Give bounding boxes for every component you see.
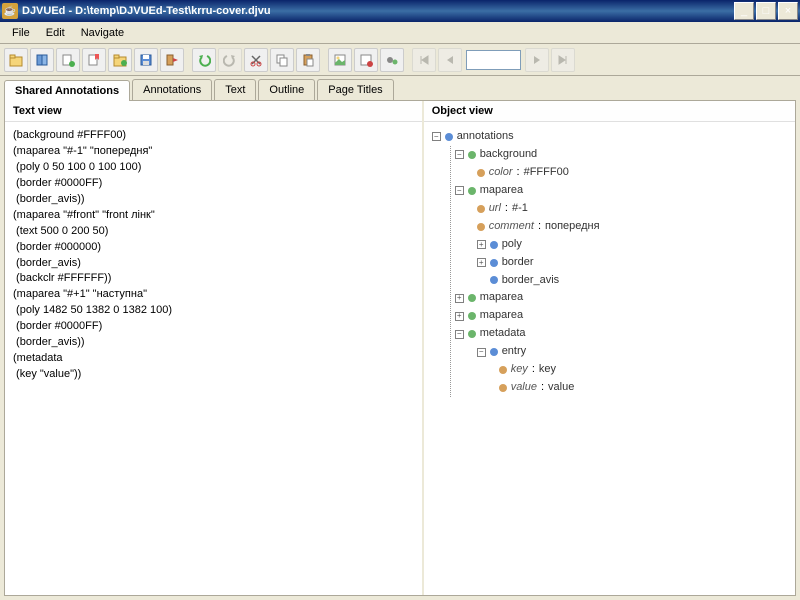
maximize-button[interactable]: □ <box>756 2 776 20</box>
redo-icon <box>218 48 242 72</box>
leaf-icon <box>477 223 485 231</box>
tab-outline[interactable]: Outline <box>258 79 315 100</box>
text-view-content[interactable]: (background #FFFF00) (maparea "#-1" "поп… <box>5 122 422 595</box>
expand-icon[interactable]: + <box>477 258 486 267</box>
cut-icon[interactable] <box>244 48 268 72</box>
tree-root-label: annotations <box>457 129 514 145</box>
first-page-icon[interactable] <box>412 48 436 72</box>
next-page-icon[interactable] <box>525 48 549 72</box>
prop-value: #FFFF00 <box>524 165 569 181</box>
tree-border-label: border <box>502 255 534 271</box>
tab-bar: Shared Annotations Annotations Text Outl… <box>0 76 800 100</box>
menu-navigate[interactable]: Navigate <box>73 25 132 41</box>
object-view-pane: Object view − annotations − background <box>424 101 795 595</box>
expand-icon[interactable]: − <box>477 348 486 357</box>
save-icon[interactable] <box>134 48 158 72</box>
image-add-icon[interactable] <box>354 48 378 72</box>
prop-key: comment <box>489 219 534 235</box>
object-view-header: Object view <box>424 101 795 122</box>
expand-icon[interactable]: − <box>455 186 464 195</box>
node-icon <box>490 348 498 356</box>
leaf-icon <box>499 366 507 374</box>
tree-entry-label: entry <box>502 344 526 360</box>
object-tree[interactable]: − annotations − background color <box>424 122 795 595</box>
tree-poly-label: poly <box>502 237 522 253</box>
prop-value: key <box>539 362 556 378</box>
menu-file[interactable]: File <box>4 25 38 41</box>
window-title: DJVUEd - D:\temp\DJVUEd-Test\krru-cover.… <box>22 5 734 17</box>
menu-bar: File Edit Navigate <box>0 22 800 44</box>
expand-icon[interactable]: + <box>477 240 486 249</box>
expand-icon[interactable]: − <box>455 150 464 159</box>
tree-maparea-label: maparea <box>480 308 523 324</box>
node-icon <box>445 133 453 141</box>
title-bar: ☕ DJVUEd - D:\temp\DJVUEd-Test\krru-cove… <box>0 0 800 22</box>
close-button[interactable]: × <box>778 2 798 20</box>
expand-icon[interactable]: − <box>455 330 464 339</box>
prev-page-icon[interactable] <box>438 48 462 72</box>
prop-value: попередня <box>545 219 600 235</box>
image-icon[interactable] <box>328 48 352 72</box>
toolbar <box>0 44 800 76</box>
undo-icon[interactable] <box>192 48 216 72</box>
folder-icon[interactable] <box>108 48 132 72</box>
open-icon[interactable] <box>4 48 28 72</box>
new-annotation-icon[interactable] <box>56 48 80 72</box>
tab-text[interactable]: Text <box>214 79 256 100</box>
exit-icon[interactable] <box>160 48 184 72</box>
expand-icon[interactable]: + <box>455 294 464 303</box>
node-icon <box>468 187 476 195</box>
last-page-icon[interactable] <box>551 48 575 72</box>
node-icon <box>468 312 476 320</box>
app-icon: ☕ <box>2 3 18 19</box>
prop-key: url <box>489 201 501 217</box>
expand-icon[interactable]: + <box>455 312 464 321</box>
leaf-icon <box>477 205 485 213</box>
prop-key: value <box>511 380 537 396</box>
node-icon <box>490 276 498 284</box>
leaf-icon <box>499 384 507 392</box>
menu-edit[interactable]: Edit <box>38 25 73 41</box>
minimize-button[interactable]: _ <box>734 2 754 20</box>
expand-icon[interactable]: − <box>432 132 441 141</box>
node-icon <box>468 151 476 159</box>
tree-background-label: background <box>480 147 538 163</box>
prop-key: key <box>511 362 528 378</box>
node-icon <box>468 294 476 302</box>
gears-icon[interactable] <box>380 48 404 72</box>
copy-icon[interactable] <box>270 48 294 72</box>
tab-shared-annotations[interactable]: Shared Annotations <box>4 80 130 101</box>
tab-page-titles[interactable]: Page Titles <box>317 79 393 100</box>
node-icon <box>490 259 498 267</box>
tree-metadata-label: metadata <box>480 326 526 342</box>
text-view-pane: Text view (background #FFFF00) (maparea … <box>5 101 424 595</box>
paste-icon[interactable] <box>296 48 320 72</box>
text-view-header: Text view <box>5 101 422 122</box>
tab-annotations[interactable]: Annotations <box>132 79 212 100</box>
leaf-icon <box>477 169 485 177</box>
prop-value: value <box>548 380 574 396</box>
prop-value: #-1 <box>512 201 528 217</box>
node-icon <box>468 330 476 338</box>
tree-maparea-label: maparea <box>480 183 523 199</box>
prop-key: color <box>489 165 513 181</box>
page-number-input[interactable] <box>466 50 521 70</box>
node-icon <box>490 241 498 249</box>
tree-border-avis-label: border_avis <box>502 273 559 289</box>
tree-maparea-label: maparea <box>480 290 523 306</box>
bookmark-icon[interactable] <box>82 48 106 72</box>
book-icon[interactable] <box>30 48 54 72</box>
